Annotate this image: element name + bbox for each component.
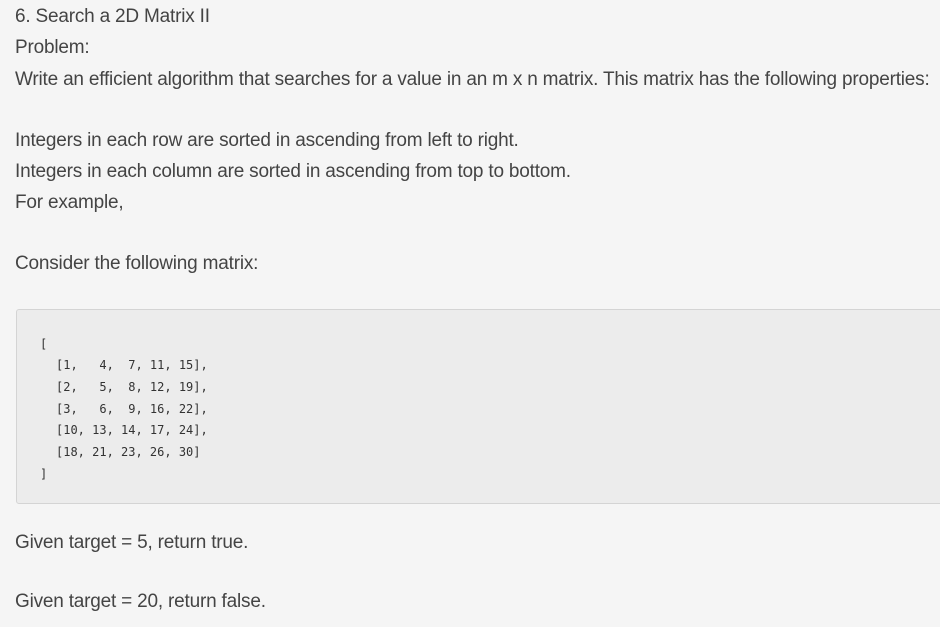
code-matrix-row: [1, 4, 7, 11, 15], bbox=[56, 358, 208, 372]
example-intro: For example, bbox=[15, 192, 124, 213]
property-rows-sorted: Integers in each row are sorted in ascen… bbox=[15, 130, 519, 151]
code-matrix-row: [18, 21, 23, 26, 30] bbox=[56, 445, 201, 459]
problem-title: 6. Search a 2D Matrix II bbox=[15, 6, 210, 27]
problem-label: Problem: bbox=[15, 37, 90, 58]
code-matrix-row: [3, 6, 9, 16, 22], bbox=[56, 402, 208, 416]
problem-description: Write an efficient algorithm that search… bbox=[15, 69, 930, 90]
matrix-code-block: [ [1, 4, 7, 11, 15], [2, 5, 8, 12, 19], … bbox=[16, 309, 940, 504]
code-close-bracket: ] bbox=[40, 467, 48, 481]
code-matrix-row: [2, 5, 8, 12, 19], bbox=[56, 380, 208, 394]
result-target-5: Given target = 5, return true. bbox=[15, 532, 249, 553]
consider-text: Consider the following matrix: bbox=[15, 253, 259, 274]
code-open-bracket: [ bbox=[40, 337, 48, 351]
code-matrix-row: [10, 13, 14, 17, 24], bbox=[56, 423, 208, 437]
result-target-20: Given target = 20, return false. bbox=[15, 591, 266, 612]
property-columns-sorted: Integers in each column are sorted in as… bbox=[15, 161, 571, 182]
